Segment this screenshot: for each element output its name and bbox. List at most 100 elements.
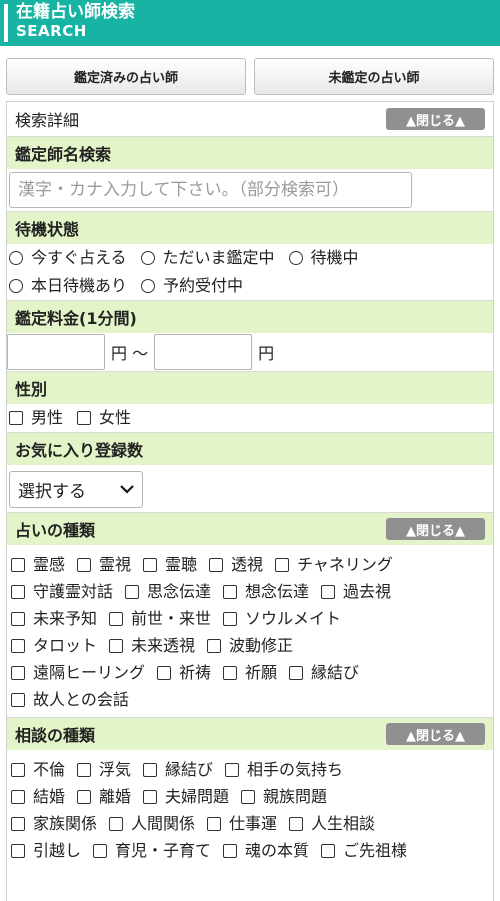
- fortune-type-option[interactable]: 思念伝達: [125, 578, 211, 605]
- fortune-type-option[interactable]: 祈祷: [157, 659, 211, 686]
- checkbox-icon: [321, 584, 336, 599]
- consult-type-option[interactable]: 離婚: [77, 783, 131, 810]
- tab-consulted[interactable]: 鑑定済みの占い師: [6, 58, 246, 95]
- favorites-heading-label: お気に入り登録数: [15, 441, 144, 460]
- checkbox-icon: [109, 638, 124, 653]
- fortune-type-option[interactable]: 霊感: [11, 551, 65, 578]
- fortune-type-option[interactable]: チャネリング: [275, 551, 393, 578]
- consult-type-option[interactable]: 不倫: [11, 756, 65, 783]
- fortune-type-option[interactable]: 祈願: [223, 659, 277, 686]
- consult-types-toggle-button[interactable]: ▲閉じる▲: [386, 723, 485, 745]
- favorites-select[interactable]: 選択する: [9, 471, 143, 508]
- consult-type-option[interactable]: 浮気: [77, 756, 131, 783]
- fortune-type-option-label: 透視: [231, 555, 264, 574]
- consult-type-option[interactable]: 親族問題: [241, 783, 327, 810]
- fortune-types-body: 霊感 霊視 霊聴 透視 チャネリング守護霊対話 思念伝達 想念伝達 過去視未来予知 前世・来世 ソ…: [7, 545, 493, 717]
- fortune-type-option-label: 霊感: [33, 555, 66, 574]
- status-option-busy[interactable]: ただいま鑑定中: [140, 244, 275, 272]
- fortune-type-option-label: 過去視: [343, 582, 392, 601]
- consult-type-row: 引越し 育児・子育て 魂の本質 ご先祖様: [11, 837, 489, 864]
- fortune-type-option[interactable]: タロット: [11, 632, 97, 659]
- consult-type-option[interactable]: 結婚: [11, 783, 65, 810]
- fortune-type-row: 守護霊対話 思念伝達 想念伝達 過去視: [11, 578, 489, 605]
- fortune-type-option-label: タロット: [33, 636, 98, 655]
- gender-option-female[interactable]: 女性: [77, 404, 131, 432]
- radio-icon: [140, 251, 155, 265]
- fortune-type-option[interactable]: 故人との会話: [11, 686, 129, 713]
- consult-type-option[interactable]: 相手の気持ち: [225, 756, 343, 783]
- status-option-today[interactable]: 本日待機あり: [9, 272, 127, 300]
- consult-type-row: 不倫 浮気 縁結び 相手の気持ち: [11, 756, 489, 783]
- checkbox-icon: [11, 762, 25, 777]
- fortune-type-option[interactable]: 想念伝達: [223, 578, 309, 605]
- status-option-waiting[interactable]: 待機中: [288, 244, 359, 272]
- fortune-type-option[interactable]: 前世・来世: [109, 605, 211, 632]
- name-search-input[interactable]: [9, 172, 412, 208]
- fortune-type-option-label: 縁結び: [311, 663, 360, 682]
- fortune-type-option[interactable]: 波動修正: [207, 632, 293, 659]
- checkbox-icon: [77, 789, 92, 804]
- consult-type-option[interactable]: 育児・子育て: [93, 837, 211, 864]
- consult-type-option-label: 相手の気持ち: [247, 760, 344, 779]
- name-search-heading-label: 鑑定師名検索: [15, 145, 112, 164]
- fortune-type-option[interactable]: 未来予知: [11, 605, 97, 632]
- fortune-type-option[interactable]: 透視: [209, 551, 263, 578]
- consult-type-option[interactable]: 人生相談: [289, 810, 375, 837]
- gender-option-male[interactable]: 男性: [9, 404, 63, 432]
- fortune-type-row: 遠隔ヒーリング 祈祷 祈願 縁結び: [11, 659, 489, 686]
- consult-type-option[interactable]: 仕事運: [207, 810, 277, 837]
- consult-type-option[interactable]: 夫婦問題: [143, 783, 229, 810]
- search-details-row: 検索詳細 ▲閉じる▲: [7, 102, 493, 136]
- fee-min-unit: 円 〜: [111, 344, 149, 363]
- consult-type-option[interactable]: ご先祖様: [321, 837, 407, 864]
- consult-type-option-label: 人間関係: [131, 814, 196, 833]
- fortune-type-option[interactable]: 守護霊対話: [11, 578, 113, 605]
- radio-icon: [288, 251, 303, 265]
- checkbox-icon: [223, 665, 238, 680]
- fortune-type-option[interactable]: ソウルメイト: [223, 605, 341, 632]
- fortune-type-option[interactable]: 霊視: [77, 551, 131, 578]
- consult-type-option-label: 浮気: [99, 760, 132, 779]
- gender-heading-label: 性別: [15, 380, 48, 399]
- consult-type-option[interactable]: 人間関係: [109, 810, 195, 837]
- checkbox-icon: [241, 789, 256, 804]
- consult-type-option[interactable]: 引越し: [11, 837, 81, 864]
- fortune-type-option-label: 思念伝達: [147, 582, 212, 601]
- checkbox-icon: [77, 411, 92, 425]
- tab-not-consulted[interactable]: 未鑑定の占い師: [254, 58, 494, 95]
- search-details-toggle-button[interactable]: ▲閉じる▲: [386, 108, 485, 130]
- search-details-label: 検索詳細: [15, 111, 80, 130]
- fortune-type-option-label: 遠隔ヒーリング: [33, 663, 146, 682]
- fee-heading: 鑑定料金(1分間): [7, 300, 493, 333]
- favorites-body: 選択する: [7, 465, 493, 512]
- fortune-type-option-label: 波動修正: [229, 636, 294, 655]
- status-option-reservation[interactable]: 予約受付中: [141, 272, 243, 300]
- fortune-type-option[interactable]: 未来透視: [109, 632, 195, 659]
- consult-type-option-label: 結婚: [33, 787, 66, 806]
- checkbox-icon: [275, 557, 290, 572]
- status-heading: 待機状態: [7, 211, 493, 244]
- consult-type-option[interactable]: 家族関係: [11, 810, 97, 837]
- fortune-type-option-label: 未来透視: [131, 636, 196, 655]
- fortune-type-option[interactable]: 霊聴: [143, 551, 197, 578]
- fortune-types-heading-label: 占いの種類: [15, 521, 96, 540]
- consult-type-option-label: 人生相談: [311, 814, 376, 833]
- consult-type-option[interactable]: 魂の本質: [223, 837, 309, 864]
- fee-max-input[interactable]: [154, 334, 253, 370]
- fortune-types-toggle-button[interactable]: ▲閉じる▲: [386, 518, 485, 540]
- checkbox-icon: [93, 843, 108, 858]
- consult-type-option-label: 魂の本質: [245, 841, 310, 860]
- fortune-type-option-label: 前世・来世: [131, 609, 212, 628]
- chevron-down-icon: [120, 482, 134, 498]
- fortune-type-option[interactable]: 遠隔ヒーリング: [11, 659, 145, 686]
- checkbox-icon: [11, 843, 25, 858]
- fortune-type-option[interactable]: 過去視: [321, 578, 391, 605]
- consult-type-option[interactable]: 縁結び: [143, 756, 213, 783]
- status-option-now[interactable]: 今すぐ占える: [9, 244, 127, 272]
- checkbox-icon: [11, 665, 25, 680]
- consult-type-option-label: 離婚: [99, 787, 132, 806]
- fee-min-input[interactable]: [7, 334, 105, 370]
- checkbox-icon: [11, 789, 25, 804]
- fortune-type-row: 霊感 霊視 霊聴 透視 チャネリング: [11, 551, 489, 578]
- fortune-type-option[interactable]: 縁結び: [289, 659, 359, 686]
